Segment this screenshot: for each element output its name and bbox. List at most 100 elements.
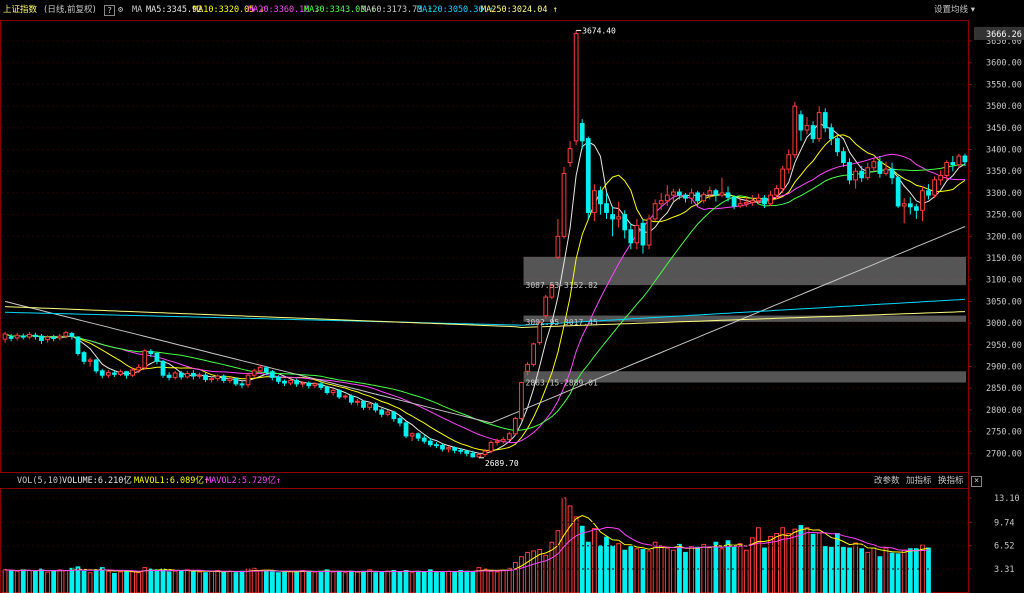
volume-bar [245,568,251,593]
volume-bar [154,569,160,593]
candle-up [938,175,944,181]
candle-down [379,409,385,415]
volume-bar [737,543,743,593]
volume-bar [221,571,227,593]
price-tick-label: 3250.00 [986,211,1022,221]
candle-up [63,332,69,337]
candle-down [677,191,682,196]
candle-up [245,374,251,386]
volume-bar [209,570,214,593]
candle-down [962,155,968,163]
candle-up [616,216,622,220]
candle-up [118,371,123,375]
ma30-line [4,164,965,432]
volume-bar [725,540,731,593]
price-annotation: 3674.40 [582,26,616,35]
candle-up [45,336,50,341]
switch-indicator-button[interactable]: 换指标 [938,474,964,488]
candle-down [391,411,397,420]
price-tick-label: 3550.00 [986,80,1022,90]
candle-up [142,350,148,369]
candle-up [743,201,749,205]
volume-bar [865,551,871,593]
volume-bar [203,572,208,593]
candle-up [2,333,8,340]
candle-down [324,386,330,394]
volume-bar [446,570,451,593]
candle-up [257,366,263,372]
candle-down [598,190,603,205]
candle-up [555,235,561,258]
candle-down [20,335,26,338]
volume-bar [33,570,38,593]
volume-bar [45,571,50,593]
price-tick-label: 3400.00 [986,146,1022,156]
mavol1-value: MAVOL1:6.089亿↑ [134,476,210,486]
candle-down [458,449,464,452]
candle-up [330,389,336,394]
candle-down [907,203,913,208]
candle-up [197,374,202,377]
price-tick-label: 2850.00 [986,384,1022,394]
price-annotation: 3087.53-3152.82 [526,281,598,290]
candle-down [470,452,476,458]
candle-down [452,447,458,451]
volume-bar [695,546,701,593]
candle-up [136,366,142,371]
close-icon[interactable]: × [971,476,982,487]
candle-up [573,33,579,142]
volume-bar [774,533,780,593]
candle-down [683,194,688,199]
volume-bar [318,570,324,593]
candle-up [634,224,640,244]
candle-up [707,190,713,196]
volume-bar [75,566,81,593]
price-tick-label: 3300.00 [986,189,1022,199]
candle-up [184,372,190,378]
candle-up [689,192,694,199]
volume-header: VOL(5,10) VOLUME:6.210亿 MAVOL1:6.089亿↑ M… [0,474,1024,488]
candle-down [263,367,269,373]
volume-bar [63,570,69,593]
candle-down [628,229,634,244]
change-params-button[interactable]: 改参数 [874,474,900,488]
candle-up [172,372,178,378]
volume-bar [415,570,421,593]
candle-up [737,203,743,207]
volume-bar [719,548,725,593]
volume-indicator-label[interactable]: VOL(5,10) [17,474,63,488]
volume-bar [591,527,597,593]
volume-bar [519,556,524,593]
price-tick-label: 3100.00 [986,276,1022,286]
add-indicator-button[interactable]: 加指标 [906,474,932,488]
candle-down [8,336,14,339]
candle-up [355,400,360,403]
price-annotation: 2689.70 [485,459,519,468]
candle-down [276,376,281,382]
volume-bar [197,571,202,593]
candle-down [154,353,160,362]
volume-bar [348,570,354,593]
kline-chart[interactable]: 2700.00 2750.00 2800.00 2850.00 2900.00 2950.… [0,0,1024,593]
volume-bar [683,551,688,593]
candle-up [774,188,780,196]
volume-bar [20,569,26,593]
candle-up [591,190,597,213]
candle-up [920,190,925,211]
volume-bar [652,541,658,593]
candle-up [816,112,822,140]
price-annotation: 3002.95-3017.45 [526,318,598,327]
volume-bar [421,571,427,593]
volume-bar [269,571,275,593]
price-tick-label: 2750.00 [986,428,1022,438]
candle-up [488,441,494,452]
candle-up [446,447,451,450]
candle-down [99,370,105,376]
volume-tick-label: 3.31 [994,565,1014,575]
candle-up [227,378,233,381]
candle-up [701,194,707,202]
candle-down [713,190,719,196]
candle-up [482,450,488,456]
volume-bar [506,567,512,593]
volume-bar [300,570,306,593]
